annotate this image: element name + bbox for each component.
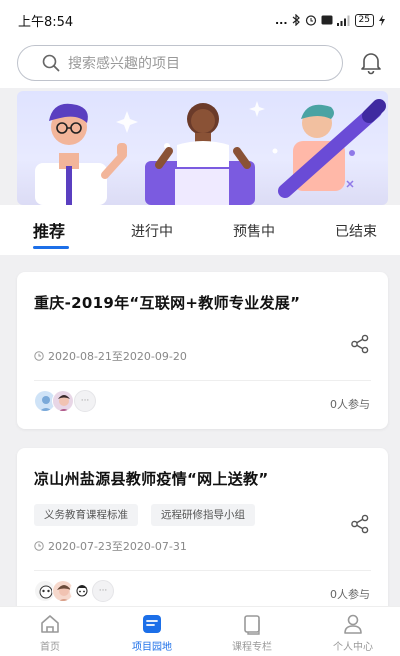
status-icons: ... 25 — [275, 13, 386, 27]
search-icon — [42, 54, 60, 72]
alarm-icon — [305, 15, 316, 26]
charging-icon — [379, 14, 385, 26]
card-divider — [34, 570, 371, 571]
project-tag: 义务教育课程标准 — [34, 504, 138, 526]
banner[interactable] — [17, 91, 388, 205]
participant-avatars[interactable]: ··· — [34, 390, 96, 412]
nav-label: 课程专栏 — [232, 642, 272, 653]
tab-in-progress[interactable]: 进行中 — [131, 221, 173, 241]
home-icon — [41, 615, 59, 633]
status-bar: 上午8:54 ... 25 — [0, 0, 400, 40]
battery-icon: 25 — [354, 13, 374, 27]
bluetooth-icon — [292, 14, 300, 26]
project-tag: 远程研修指导小组 — [151, 504, 255, 526]
search-row: 搜索感兴趣的项目 — [0, 40, 400, 88]
bottom-nav: 首页 项目园地 课程专栏 个人中心 — [0, 606, 400, 656]
project-date: 2020-07-23至2020-07-31 — [34, 538, 187, 554]
nav-label: 项目园地 — [132, 642, 172, 653]
project-card[interactable]: 凉山州盐源县教师疫情“网上送教” 义务教育课程标准 远程研修指导小组 2020-… — [17, 448, 388, 618]
participant-avatars[interactable]: ··· — [34, 580, 114, 602]
nav-label: 首页 — [40, 642, 60, 653]
nav-personal-center[interactable]: 个人中心 — [318, 613, 388, 653]
clock-icon — [34, 541, 44, 551]
tab-active-indicator — [33, 246, 69, 249]
more-avatars-icon: ··· — [92, 580, 114, 602]
avatar — [52, 390, 74, 412]
project-card[interactable]: 重庆-2019年“互联网+教师专业发展” 2020-08-21至2020-09-… — [17, 272, 388, 429]
avatar — [70, 580, 92, 602]
share-icon[interactable] — [350, 514, 370, 534]
participant-count: 0人参与 — [330, 398, 370, 411]
nav-home[interactable]: 首页 — [15, 613, 85, 653]
date-range: 2020-07-23至2020-07-31 — [48, 540, 187, 553]
card-divider — [34, 380, 371, 381]
status-time: 上午8:54 — [18, 14, 74, 30]
bell-icon[interactable] — [358, 49, 384, 75]
date-range: 2020-08-21至2020-09-20 — [48, 350, 187, 363]
person-icon — [344, 614, 362, 634]
search-input[interactable]: 搜索感兴趣的项目 — [17, 45, 343, 81]
course-icon — [244, 615, 260, 635]
clock-icon — [34, 351, 44, 361]
project-icon — [143, 615, 161, 633]
nav-project-garden[interactable]: 项目园地 — [117, 613, 187, 653]
participant-count: 0人参与 — [330, 588, 370, 601]
hd-icon — [321, 15, 333, 25]
nav-label: 个人中心 — [333, 642, 373, 653]
nav-course-column[interactable]: 课程专栏 — [217, 613, 287, 653]
share-icon[interactable] — [350, 334, 370, 354]
tab-ended[interactable]: 已结束 — [335, 221, 377, 241]
tab-recommend[interactable]: 推荐 — [33, 218, 65, 242]
tab-presale[interactable]: 预售中 — [233, 221, 275, 241]
banner-illustration — [35, 99, 386, 205]
project-title: 凉山州盐源县教师疫情“网上送教” — [34, 470, 269, 488]
more-avatars-icon: ··· — [74, 390, 96, 412]
search-placeholder: 搜索感兴趣的项目 — [68, 56, 180, 72]
signal-icon — [336, 15, 350, 26]
status-dots: ... — [275, 13, 288, 27]
project-title: 重庆-2019年“互联网+教师专业发展” — [34, 294, 301, 312]
project-date: 2020-08-21至2020-09-20 — [34, 348, 187, 364]
tab-bar: 推荐 进行中 预售中 已结束 — [0, 205, 400, 255]
